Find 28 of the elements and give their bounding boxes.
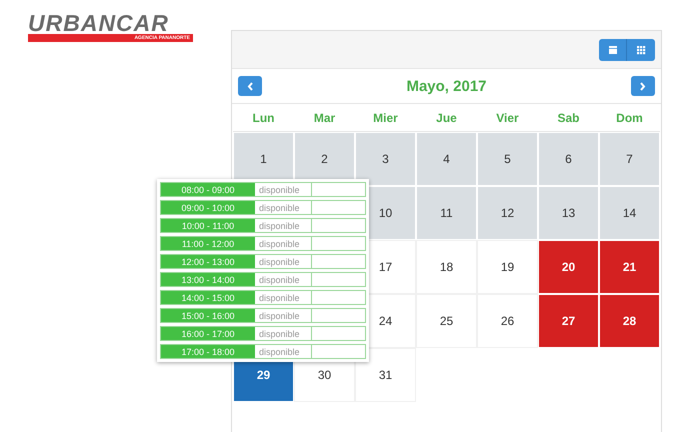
day-cell[interactable]: 12 [477,186,538,240]
chevron-right-icon [639,82,646,90]
day-cell[interactable]: 4 [416,132,477,186]
day-cell[interactable]: 18 [416,240,477,294]
day-cell[interactable]: 28 [599,294,660,348]
grid-icon [636,44,646,54]
logo-text: URBANCAR [28,12,169,34]
day-cell[interactable]: 25 [416,294,477,348]
calendar-icon [608,44,618,54]
day-cell[interactable]: 19 [477,240,538,294]
day-cell[interactable]: 26 [477,294,538,348]
next-month-button[interactable] [630,76,655,96]
month-title: Mayo, 2017 [406,78,487,94]
day-cell[interactable]: 6 [538,132,599,186]
day-cell[interactable]: 13 [538,186,599,240]
day-cell[interactable]: 14 [599,186,660,240]
previous-month-button[interactable] [238,76,262,96]
day-cell[interactable]: 31 [355,348,416,402]
day-cell[interactable]: 27 [538,294,599,348]
day-cell[interactable]: 11 [416,186,477,240]
day-cell[interactable]: 21 [599,240,660,294]
chevron-left-icon [246,82,254,90]
day-cell[interactable]: 20 [538,240,599,294]
day-view-button[interactable] [599,38,627,60]
day-cell[interactable]: 3 [355,132,416,186]
day-cell[interactable]: 5 [477,132,538,186]
month-view-button[interactable] [627,38,655,60]
day-cell[interactable]: 7 [599,132,660,186]
